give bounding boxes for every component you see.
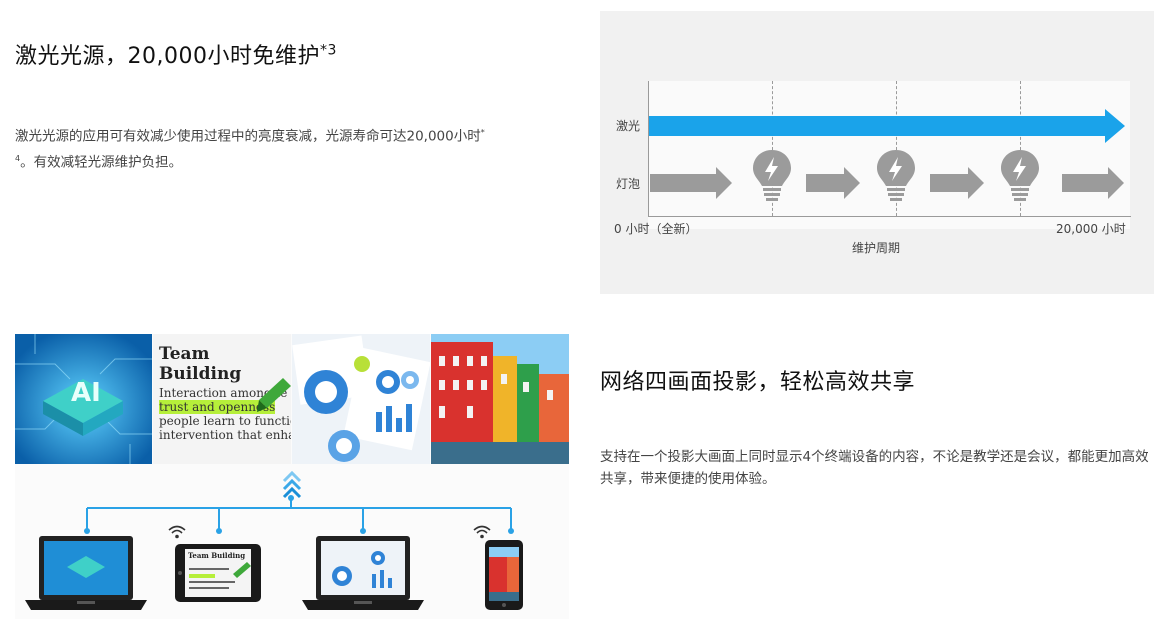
lamp-arrow-3: [930, 167, 984, 199]
highlighter-pen-icon: [257, 378, 291, 412]
lamp-arrow-1: [650, 167, 732, 199]
wifi-icon: [168, 525, 186, 539]
bulb-icon: [1001, 150, 1039, 201]
multi-screen-illustration: AI Team Building Interaction among te tr…: [15, 334, 569, 619]
bulb-icon: [753, 150, 791, 201]
ai-chip-image: AI: [15, 334, 152, 464]
laser-desc-footnote-star: *: [480, 128, 485, 137]
laptop-device-1: [25, 536, 147, 610]
laser-row-label: 激光: [616, 119, 641, 133]
ai-chip-text: AI: [71, 378, 101, 408]
doc-line: intervention that enhanc: [159, 428, 291, 442]
laser-desc-tail: 。有效减轻光源维护负担。: [20, 154, 183, 170]
charts-image: [292, 334, 430, 464]
x-axis-start-label: 0 小时（全新）: [614, 222, 698, 236]
laser-title-footnote: *3: [319, 42, 337, 59]
diagram-x-axis: [648, 216, 1131, 217]
maintenance-diagram: 激光 灯泡 0 小时（全新） 20,000 小时 维护周期: [600, 11, 1154, 294]
laser-section-desc: 激光光源的应用可有效减少使用过程中的亮度衰减，光源寿命可达20,000小时* 4…: [15, 122, 575, 173]
document-image: Team Building Interaction among te trust…: [153, 334, 291, 464]
laser-section-title: 激光光源，20,000小时免维护*3: [15, 38, 337, 70]
wifi-icon: [473, 525, 491, 539]
x-axis-end-label: 20,000 小时: [1056, 222, 1126, 236]
laser-desc-main: 激光光源的应用可有效减少使用过程中的亮度衰减，光源寿命可达20,000小时: [15, 128, 481, 145]
network-section-title: 网络四画面投影，轻松高效共享: [600, 370, 916, 395]
laser-title-text: 激光光源，20,000小时免维护: [15, 44, 320, 69]
phone-device: [485, 540, 523, 610]
doc-line: people learn to function a: [159, 414, 291, 428]
bulb-icon: [877, 150, 915, 201]
lamp-row-label: 灯泡: [616, 177, 641, 191]
tablet-doc-title: Team Building: [188, 551, 246, 560]
diagram-y-axis: [648, 81, 649, 217]
network-section-desc: 支持在一个投影大画面上同时显示4个终端设备的内容，不论是教学还是会议，都能更加高…: [600, 449, 1149, 487]
laser-lifetime-arrow: [649, 109, 1125, 143]
lamp-arrow-2: [806, 167, 860, 199]
lamp-arrow-4: [1062, 167, 1124, 199]
laptop-device-2: [302, 536, 424, 610]
houses-photo: [431, 334, 569, 464]
x-axis-title: 维护周期: [852, 241, 901, 255]
